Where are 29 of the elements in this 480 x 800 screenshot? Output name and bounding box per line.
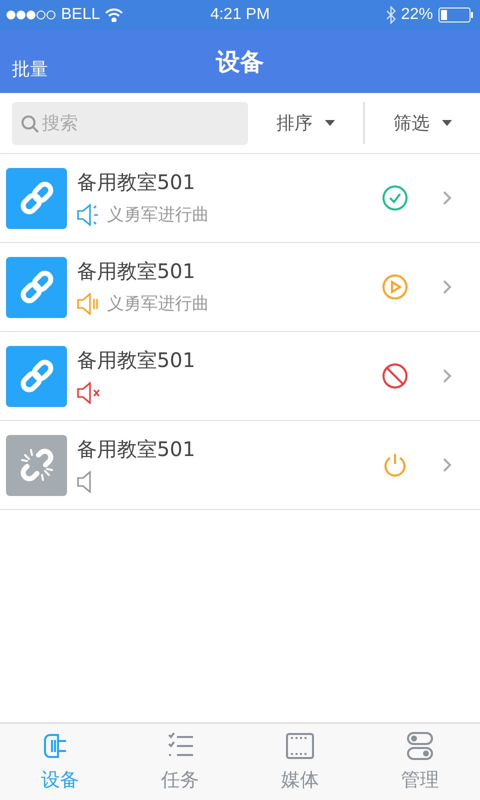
search-field[interactable]: 搜索 [12,102,248,144]
caret-icon [442,120,452,126]
signal-icon [6,10,56,20]
chevron-icon [442,457,452,473]
song-title: 义勇军进行曲 [107,293,209,315]
song-title: 义勇军进行曲 [107,204,209,226]
carrier-name: BELL [61,6,100,24]
chevron-icon [442,279,452,295]
device-name: 备用教室501 [77,346,196,374]
search-icon [21,114,39,132]
device-row[interactable]: 备用教室501 [0,332,480,421]
device-row[interactable]: 备用教室501 义勇军进行曲 [0,243,480,332]
chevron-icon [442,368,452,384]
battery-icon [438,7,474,23]
sort-dropdown[interactable]: 排序 [248,101,363,145]
batch-button[interactable]: 批量 [12,56,48,80]
device-name: 备用教室501 [77,168,196,196]
device-row[interactable]: 备用教室501 义勇军进行曲 [0,154,480,243]
bluetooth-icon [386,6,396,24]
device-name: 备用教室501 [77,436,196,462]
chevron-icon [442,190,452,206]
device-name: 备用教室501 [77,258,196,284]
device-row[interactable]: 备用教室501 [0,421,480,510]
caret-icon [324,120,334,126]
battery-percent: 22% [400,6,433,24]
wifi-icon [105,8,124,22]
page-title: 设备 [216,46,264,78]
status-time: 4:21 PM [210,6,270,24]
filter-dropdown[interactable]: 筛选 [365,101,480,145]
